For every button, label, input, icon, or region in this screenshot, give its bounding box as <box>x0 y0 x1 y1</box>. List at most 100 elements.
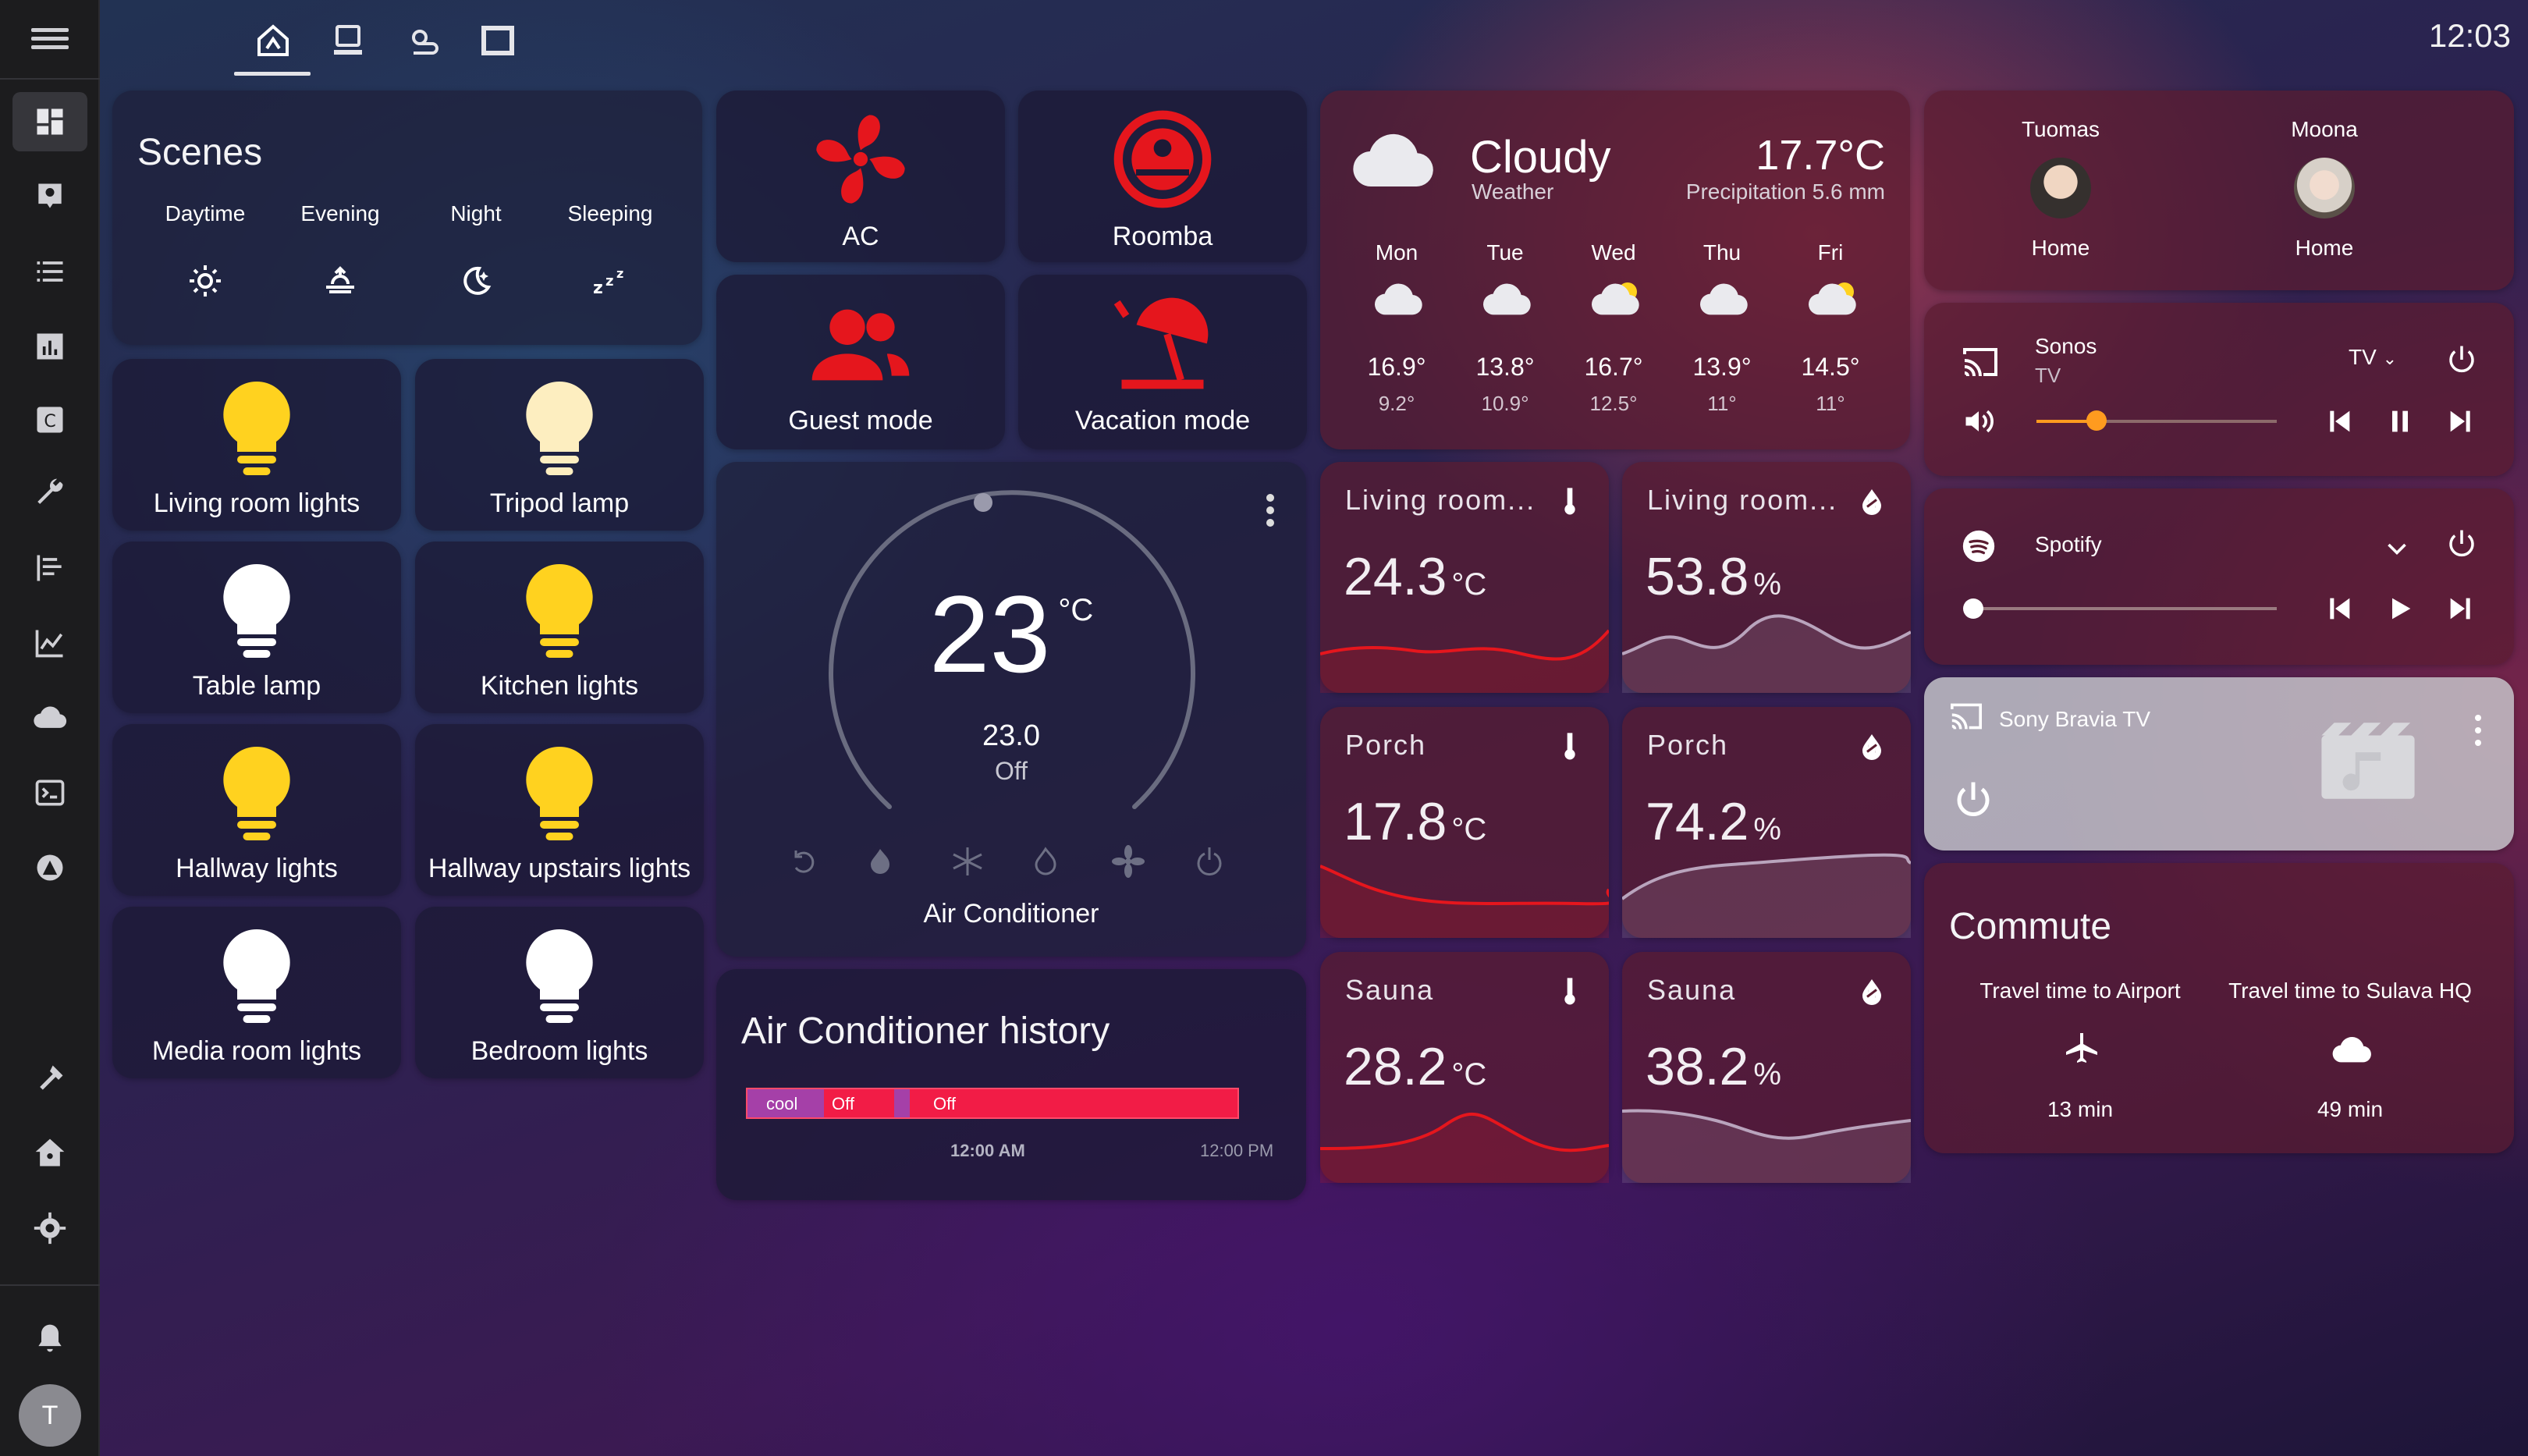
light-tile[interactable]: Tripod lamp <box>415 359 704 531</box>
user-avatar[interactable]: T <box>19 1384 81 1447</box>
sensor-name: Porch <box>1647 729 1729 761</box>
sensor-card[interactable]: Living room... 53.8% <box>1622 462 1911 693</box>
thermostat-target: 23 °C <box>928 573 1094 695</box>
ac-label: AC <box>842 222 879 251</box>
spotify-card: Spotify <box>1924 488 2514 665</box>
lightbulb-icon <box>223 381 290 475</box>
sonos-power-icon[interactable] <box>2445 343 2478 376</box>
sun-icon[interactable] <box>186 262 224 300</box>
volume-slider[interactable] <box>2036 410 2277 431</box>
scene-evening[interactable]: Evening <box>278 201 403 226</box>
history-segment-off-1[interactable]: Off <box>824 1089 894 1117</box>
tv-power-icon[interactable] <box>1952 779 1994 821</box>
compass-icon[interactable] <box>12 838 87 897</box>
devices-view-icon[interactable] <box>328 22 368 59</box>
guest-mode-tile[interactable]: Guest mode <box>716 275 1005 449</box>
spotify-power-icon[interactable] <box>2445 527 2478 560</box>
ac-tile[interactable]: AC <box>716 91 1005 262</box>
map-icon[interactable] <box>12 167 87 226</box>
play-icon[interactable] <box>2384 593 2416 624</box>
history-icon[interactable] <box>12 613 87 673</box>
zzz-icon[interactable]: z z z <box>591 262 629 300</box>
overview-icon[interactable] <box>12 92 87 151</box>
thermostat-more-menu[interactable] <box>1255 485 1286 532</box>
volume-icon[interactable] <box>1962 404 1996 439</box>
panel-view-icon[interactable] <box>478 22 518 59</box>
person-name-moona: Moona <box>2291 117 2358 141</box>
weather-card[interactable]: Cloudy Weather 17.7°C Precipitation 5.6 … <box>1320 91 1910 449</box>
previous-track-icon[interactable] <box>2324 593 2355 624</box>
thermometer-icon <box>1564 978 1575 1005</box>
home-assistant-icon[interactable] <box>12 1124 87 1183</box>
pause-icon[interactable] <box>2384 406 2416 437</box>
route-sulava-label[interactable]: Travel time to Sulava HQ <box>2217 978 2483 1003</box>
sensor-card[interactable]: Sauna 38.2% <box>1622 952 1911 1183</box>
light-tile[interactable]: Hallway lights <box>112 724 401 896</box>
light-tile[interactable]: Living room lights <box>112 359 401 531</box>
person-avatar-moona[interactable] <box>2294 158 2355 218</box>
weather-view-icon[interactable] <box>403 22 443 59</box>
sensor-card[interactable]: Porch 17.8 °C <box>1320 707 1609 938</box>
next-track-icon[interactable] <box>2445 406 2477 437</box>
scene-sleeping[interactable]: Sleeping <box>548 201 673 226</box>
scene-night[interactable]: Night <box>414 201 538 226</box>
light-tile[interactable]: Table lamp <box>112 542 401 713</box>
light-tile[interactable]: Kitchen lights <box>415 542 704 713</box>
forecast-day: Fri <box>1817 240 1844 265</box>
lightbulb-icon <box>526 746 593 840</box>
history-timeline-bar[interactable]: cool Off Off <box>746 1088 1239 1119</box>
wrench-icon[interactable] <box>12 463 87 523</box>
history-segment-cool[interactable]: cool <box>747 1089 824 1117</box>
previous-track-icon[interactable] <box>2324 406 2355 437</box>
next-track-icon[interactable] <box>2445 593 2477 624</box>
history-segment-off-2[interactable]: Off <box>910 1089 1241 1117</box>
moon-star-icon[interactable] <box>457 262 495 300</box>
volume-knob[interactable] <box>2086 410 2107 431</box>
terminal-icon[interactable] <box>12 763 87 822</box>
cloud-icon[interactable] <box>12 688 87 748</box>
forecast-high: 16.7° <box>1584 353 1643 381</box>
forecast-high: 13.8° <box>1475 353 1535 381</box>
settings-gear-icon[interactable] <box>12 1199 87 1258</box>
sensor-card[interactable]: Living room... 24.3 °C <box>1320 462 1609 693</box>
light-label: Media room lights <box>151 1036 362 1066</box>
home-view-icon[interactable] <box>253 22 293 59</box>
code-icon[interactable]: C <box>12 390 87 449</box>
thermostat-name: Air Conditioner <box>923 899 1099 929</box>
light-tile[interactable]: Bedroom lights <box>415 907 704 1078</box>
light-tile[interactable]: Hallway upstairs lights <box>415 724 704 896</box>
cast-icon[interactable] <box>1962 345 1999 379</box>
light-tile[interactable]: Media room lights <box>112 907 401 1078</box>
weather-temp: 17.7°C <box>1756 132 1885 179</box>
chevron-down-icon[interactable] <box>2383 535 2411 563</box>
menu-icon[interactable] <box>31 23 69 55</box>
logbook-icon[interactable] <box>12 242 87 301</box>
roomba-tile[interactable]: Roomba <box>1018 91 1307 262</box>
energy-icon[interactable] <box>12 317 87 376</box>
svg-text:z: z <box>605 273 613 289</box>
top-bar: 12:03 <box>100 0 2528 78</box>
timeline-icon[interactable] <box>12 538 87 598</box>
vacation-mode-tile[interactable]: Vacation mode <box>1018 275 1307 449</box>
vacation-mode-label: Vacation mode <box>1074 406 1251 435</box>
svg-text:z: z <box>616 266 623 281</box>
tv-card[interactable]: Sony Bravia TV <box>1924 677 2514 851</box>
person-avatar-tuomas[interactable] <box>2030 158 2091 218</box>
spotify-progress[interactable] <box>1963 598 2277 619</box>
forecast-cloud-icon <box>1699 283 1748 315</box>
spotify-progress-knob[interactable] <box>1963 598 1983 619</box>
sunset-icon[interactable] <box>321 262 359 300</box>
sensor-card[interactable]: Porch 74.2% <box>1622 707 1911 938</box>
forecast-cloud-icon <box>1808 282 1856 315</box>
scene-daytime[interactable]: Daytime <box>143 201 268 226</box>
tv-more-menu-icon[interactable] <box>2469 713 2487 748</box>
notifications-bell-icon[interactable] <box>12 1309 87 1369</box>
hammer-icon[interactable] <box>12 1049 87 1108</box>
sensor-card[interactable]: Sauna 28.2 °C <box>1320 952 1609 1183</box>
route-airport-label[interactable]: Travel time to Airport <box>1955 978 2205 1003</box>
forecast-low: 12.5° <box>1589 392 1638 415</box>
lightbulb-icon <box>526 929 593 1023</box>
cast-icon[interactable] <box>1949 701 1983 732</box>
sensor-sparkline <box>1320 865 1609 938</box>
sonos-source-select[interactable]: TV ⌄ <box>2349 345 2397 370</box>
